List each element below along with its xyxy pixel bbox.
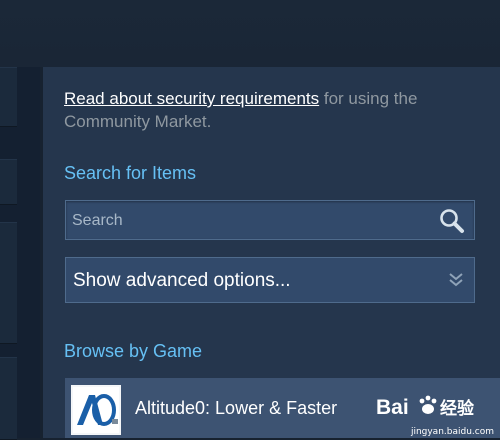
security-notice: Read about security requirements for usi… xyxy=(64,87,494,133)
left-content-block xyxy=(0,67,17,127)
security-requirements-link[interactable]: Read about security requirements xyxy=(64,89,319,108)
advanced-options-dropdown[interactable]: Show advanced options... xyxy=(65,257,475,303)
left-content-block xyxy=(0,159,17,205)
baidu-watermark-logo: Bai 经验 xyxy=(376,395,475,419)
search-input[interactable] xyxy=(66,201,434,241)
left-content-block xyxy=(0,357,17,440)
search-box xyxy=(65,200,475,241)
left-content-column xyxy=(0,67,40,440)
game-name: Altitude0: Lower & Faster xyxy=(135,398,338,418)
svg-text:Bai: Bai xyxy=(376,396,409,419)
altitude0-logo-icon xyxy=(71,385,121,435)
top-header-bar xyxy=(0,0,500,67)
search-section-title: Search for Items xyxy=(64,163,197,183)
double-chevron-down-icon xyxy=(449,273,463,287)
market-sidebar: Read about security requirements for usi… xyxy=(43,67,500,438)
watermark-url: jingyan.baidu.com xyxy=(410,427,494,437)
search-icon[interactable] xyxy=(438,207,466,235)
browse-section-title: Browse by Game xyxy=(64,341,203,361)
left-content-block xyxy=(0,222,17,344)
svg-text:经验: 经验 xyxy=(440,398,475,419)
advanced-options-label: Show advanced options... xyxy=(73,270,291,291)
